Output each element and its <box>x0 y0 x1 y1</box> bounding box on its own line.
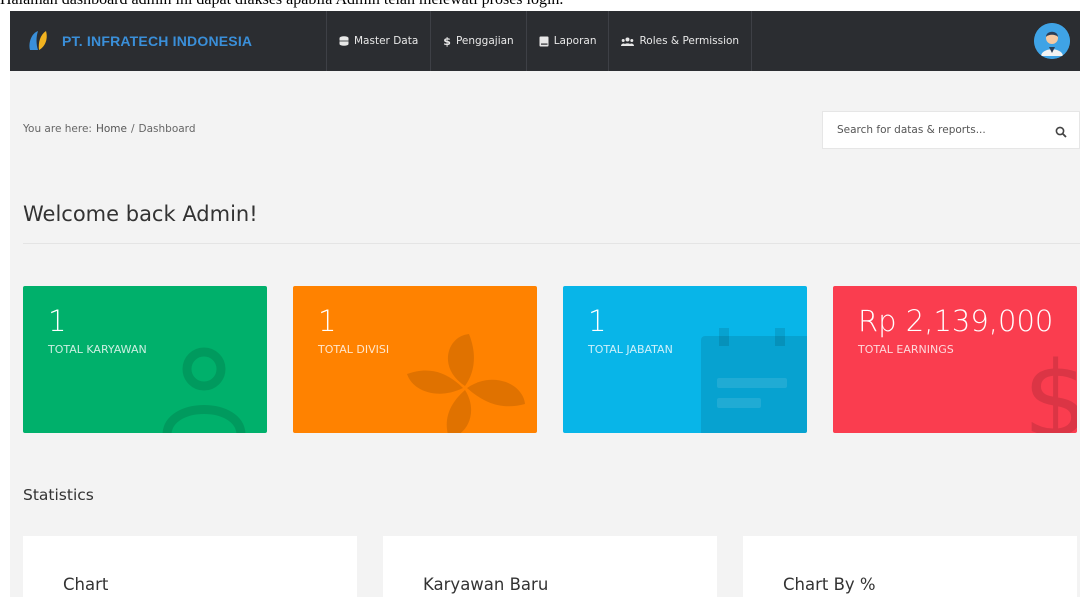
panel-karyawan-baru: Karyawan Baru <box>383 536 717 597</box>
brand-logo-icon <box>29 31 47 50</box>
main-nav: Master Data $ Penggajian Laporan Roles &… <box>326 11 753 71</box>
stat-cards: 1 TOTAL KARYAWAN 1 TOTAL DIVISI 1 TOTAL … <box>23 286 1077 433</box>
users-icon <box>621 37 635 46</box>
panel-title: Chart <box>63 575 109 594</box>
stat-label: TOTAL EARNINGS <box>858 343 954 356</box>
panel-chart: Chart <box>23 536 357 597</box>
page-caption: Halaman dashboard admin ini dapat diakse… <box>0 0 1091 11</box>
breadcrumb-current: Dashboard <box>138 123 196 135</box>
stat-label: TOTAL JABATAN <box>588 343 673 356</box>
stat-value: Rp 2,139,000 <box>858 304 1054 338</box>
user-icon <box>162 347 246 433</box>
stat-value: 1 <box>48 304 67 338</box>
search-box <box>822 111 1080 149</box>
title-divider <box>23 243 1080 244</box>
nav-label: Penggajian <box>455 35 514 47</box>
calendar-icon <box>701 328 807 433</box>
main-content: You are here: Home / Dashboard Welcome b… <box>10 71 1080 597</box>
avatar-person-icon <box>1034 23 1070 59</box>
svg-text:$: $ <box>1023 339 1077 433</box>
pinwheel-icon <box>407 334 525 433</box>
breadcrumb-home-link[interactable]: Home <box>96 123 127 135</box>
nav-item-penggajian[interactable]: $ Penggajian <box>430 11 525 71</box>
nav-item-roles-permission[interactable]: Roles & Permission <box>608 11 753 71</box>
panel-title: Chart By % <box>783 575 876 594</box>
stat-label: TOTAL KARYAWAN <box>48 343 147 356</box>
dollar-icon: $ <box>1023 339 1077 433</box>
nav-label: Laporan <box>553 35 597 47</box>
stat-value: 1 <box>318 304 337 338</box>
section-title-statistics: Statistics <box>23 486 94 504</box>
breadcrumb-separator: / <box>130 123 135 135</box>
statistics-panels: Chart Karyawan Baru Chart By % <box>23 536 1077 597</box>
stat-card-total-karyawan[interactable]: 1 TOTAL KARYAWAN <box>23 286 267 433</box>
nav-label: Master Data <box>354 35 419 47</box>
page-title: Welcome back Admin! <box>23 202 258 226</box>
nav-item-master-data[interactable]: Master Data <box>326 11 430 71</box>
dollar-icon: $ <box>443 34 451 48</box>
search-input[interactable] <box>823 112 1043 148</box>
nav-item-laporan[interactable]: Laporan <box>525 11 609 71</box>
top-navbar: PT. INFRATECH INDONESIA Master Data $ Pe… <box>10 11 1080 71</box>
book-icon <box>539 36 549 47</box>
breadcrumb-prefix: You are here: <box>23 123 92 135</box>
database-icon <box>339 36 349 46</box>
stat-card-total-earnings[interactable]: Rp 2,139,000 TOTAL EARNINGS $ <box>833 286 1077 433</box>
user-avatar[interactable] <box>1034 23 1070 59</box>
stat-label: TOTAL DIVISI <box>318 343 390 356</box>
brand-name: PT. INFRATECH INDONESIA <box>62 33 253 49</box>
stat-card-total-divisi[interactable]: 1 TOTAL DIVISI <box>293 286 537 433</box>
brand[interactable]: PT. INFRATECH INDONESIA <box>10 28 326 54</box>
stat-value: 1 <box>588 304 607 338</box>
stat-card-total-jabatan[interactable]: 1 TOTAL JABATAN <box>563 286 807 433</box>
nav-label: Roles & Permission <box>639 35 740 47</box>
breadcrumb: You are here: Home / Dashboard <box>23 123 195 135</box>
panel-title: Karyawan Baru <box>423 575 549 594</box>
panel-chart-by-percent: Chart By % <box>743 536 1077 597</box>
search-icon[interactable] <box>1055 123 1067 142</box>
